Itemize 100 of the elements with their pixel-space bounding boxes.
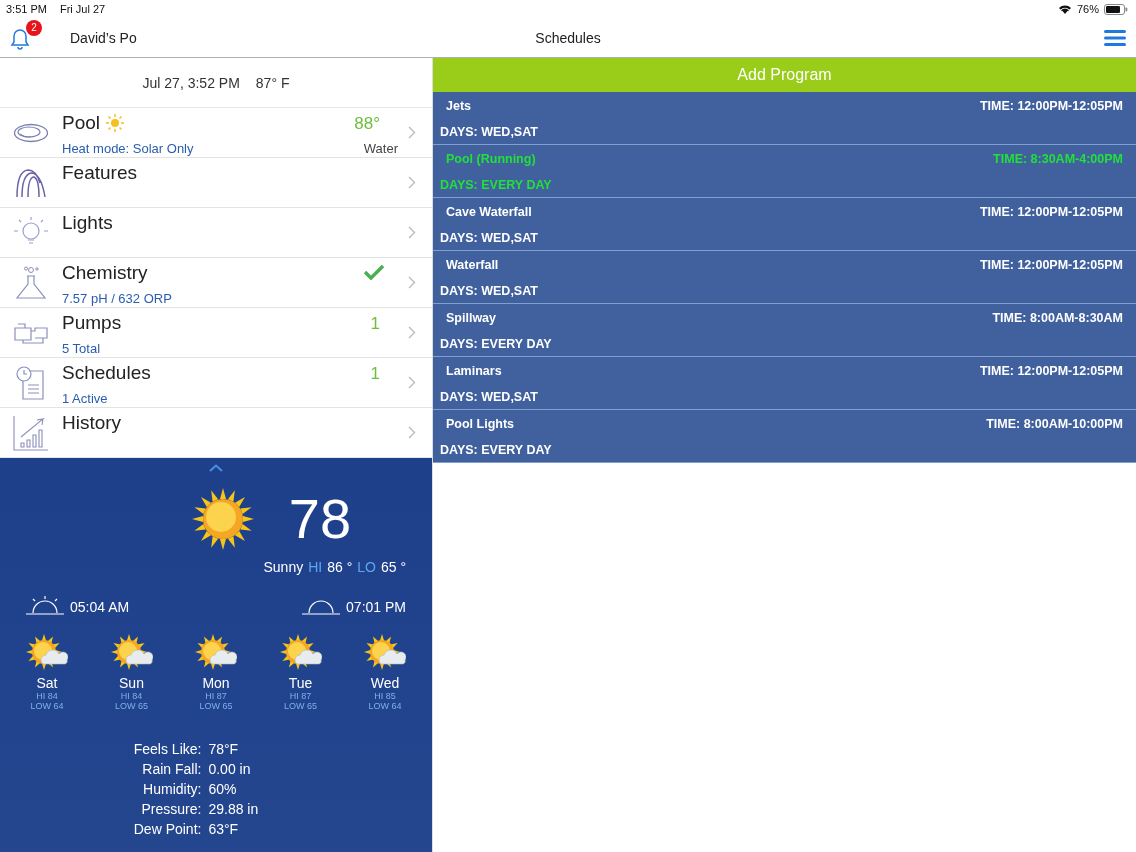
forecast-day: Tue: [288, 675, 313, 691]
menu-label: History: [62, 412, 122, 434]
hi-label: HI: [308, 559, 323, 575]
wifi-icon: [1057, 4, 1072, 14]
schedule-name: Spillway: [446, 311, 497, 325]
detail-value: 29.88 in: [208, 801, 259, 817]
forecast-day: Mon: [202, 675, 230, 691]
chevron-icon: [408, 176, 416, 189]
forecast-low: LOW 65: [199, 701, 233, 711]
pool-name: David’s Po: [70, 29, 137, 46]
battery-percent: 76%: [1076, 3, 1099, 15]
schedule-row[interactable]: Cave Waterfall TIME: 12:00PM-12:05PM DAYS: WED,SAT: [433, 198, 1136, 251]
forecast-low: LOW 64: [368, 701, 402, 711]
caret-icon[interactable]: [209, 464, 223, 472]
check-icon: [364, 264, 384, 280]
summary-datetime: Jul 27, 3:52 PM: [142, 74, 240, 91]
sun-icon: [106, 114, 125, 132]
notification-badge: 2: [26, 19, 42, 36]
schedule-name: Waterfall: [446, 258, 499, 272]
sunrise-icon: [26, 595, 64, 615]
forecast-high: HI 84: [120, 691, 143, 701]
menu-item[interactable]: Features: [0, 158, 432, 208]
menu-value: 1: [370, 364, 380, 384]
schedule-row[interactable]: Pool (Running) TIME: 8:30AM-4:00PM DAYS: EVERY DAY: [433, 145, 1136, 198]
forecast-low: LOW 65: [115, 701, 148, 711]
chevron-icon: [408, 376, 416, 389]
sunset-time: 07:01 PM: [346, 599, 406, 615]
status-date: Fri Jul 27: [59, 3, 106, 15]
schedule-days: DAYS: EVERY DAY: [440, 337, 552, 351]
schedule-days: DAYS: WED,SAT: [440, 284, 538, 298]
menu-label: Pumps: [62, 312, 122, 334]
chevron-icon: [408, 126, 416, 139]
flask-icon: [14, 265, 48, 300]
forecast-low: LOW 64: [30, 701, 64, 711]
lo-label: LO: [357, 559, 376, 575]
pump-icon: [13, 321, 49, 344]
menu-unit: Water: [363, 141, 398, 156]
schedule-days: DAYS: WED,SAT: [440, 125, 538, 139]
schedule-days: DAYS: EVERY DAY: [440, 443, 552, 457]
forecast-high: HI 87: [289, 691, 312, 701]
schedule-row[interactable]: Laminars TIME: 12:00PM-12:05PM DAYS: WED,SAT: [433, 357, 1136, 410]
schedule-days: DAYS: WED,SAT: [440, 390, 538, 404]
schedule-row[interactable]: Jets TIME: 12:00PM-12:05PM DAYS: WED,SAT: [433, 92, 1136, 145]
forecast-low: LOW 65: [284, 701, 317, 711]
menu-label: Chemistry: [62, 262, 148, 284]
detail-label: Humidity:: [142, 781, 202, 797]
hi-temperature: 86 °: [327, 559, 353, 575]
schedule-name: Cave Waterfall: [446, 205, 532, 219]
menu-detail: 5 Total: [62, 341, 102, 356]
chevron-icon: [408, 426, 416, 439]
forecast-high: HI 84: [36, 691, 58, 701]
schedule-time: TIME: 12:00PM-12:05PM: [979, 205, 1123, 219]
menu-item[interactable]: Lights: [0, 208, 432, 258]
schedule-icon: [15, 364, 47, 401]
schedule-days: DAYS: WED,SAT: [440, 231, 538, 245]
menu-item[interactable]: Schedules 1 Active 1: [0, 358, 432, 408]
condition: Sunny: [263, 559, 304, 575]
schedule-time: TIME: 12:00PM-12:05PM: [979, 258, 1123, 272]
menu-item[interactable]: Pool Heat mode: Solar Only 88° Water: [0, 108, 432, 158]
forecast-day: Sun: [119, 675, 144, 691]
schedule-name: Laminars: [446, 364, 502, 378]
menu-detail: 1 Active: [62, 391, 109, 406]
forecast-day: Wed: [370, 675, 400, 691]
menu-item[interactable]: Chemistry 7.57 pH / 632 ORP: [0, 258, 432, 308]
detail-value: 0.00 in: [208, 761, 252, 777]
schedule-row[interactable]: Spillway TIME: 8:00AM-8:30AM DAYS: EVERY DAY: [433, 304, 1136, 357]
schedule-name: Pool (Running): [446, 152, 536, 166]
menu-label: Pool: [62, 112, 101, 134]
menu-icon[interactable]: [1104, 28, 1126, 47]
schedule-time: TIME: 8:00AM-8:30AM: [992, 311, 1123, 325]
menu-label: Lights: [62, 212, 113, 234]
menu-item[interactable]: Pumps 5 Total 1: [0, 308, 432, 358]
detail-label: Dew Point:: [133, 821, 202, 837]
menu-value: 88°: [354, 114, 380, 134]
sunrise-time: 05:04 AM: [70, 599, 130, 615]
schedule-days: DAYS: EVERY DAY: [440, 178, 552, 192]
air-temperature: 87° F: [255, 74, 290, 91]
page-title: Schedules: [534, 29, 602, 46]
schedule-row[interactable]: Pool Lights TIME: 8:00AM-10:00PM DAYS: EVERY DAY: [433, 410, 1136, 463]
schedule-time: TIME: 12:00PM-12:05PM: [979, 99, 1123, 113]
forecast-high: HI 87: [205, 691, 227, 701]
battery-icon: [1104, 3, 1128, 15]
menu-label: Schedules: [62, 362, 151, 384]
current-temperature: 78: [288, 486, 352, 551]
forecast-day: Sat: [36, 675, 58, 691]
detail-value: 63°F: [208, 821, 240, 837]
forecast-high: HI 85: [374, 691, 396, 701]
schedule-name: Pool Lights: [446, 417, 515, 431]
schedule-row[interactable]: Waterfall TIME: 12:00PM-12:05PM DAYS: WED,SAT: [433, 251, 1136, 304]
status-time: 3:51 PM: [6, 3, 47, 15]
chevron-icon: [408, 226, 416, 239]
schedule-name: Jets: [446, 99, 472, 113]
fountain-icon: [14, 166, 48, 199]
detail-value: 60%: [208, 781, 238, 797]
schedule-time: TIME: 12:00PM-12:05PM: [979, 364, 1123, 378]
menu-detail: Heat mode: Solar Only: [62, 141, 195, 156]
lo-temperature: 65 °: [380, 559, 406, 575]
detail-label: Pressure:: [140, 801, 202, 817]
detail-value: 78°F: [208, 741, 240, 757]
pool-icon: [13, 121, 49, 144]
